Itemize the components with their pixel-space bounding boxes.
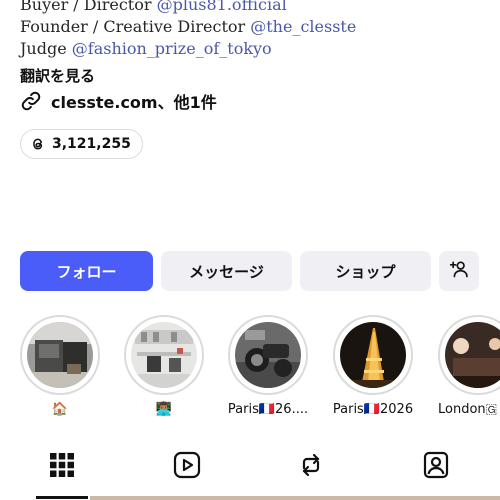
highlight-cover-london-interior (445, 322, 500, 388)
see-translation-link[interactable]: 翻訳を見る (20, 66, 95, 86)
highlight-label: London🇬 (438, 402, 498, 417)
highlight-cover-office (131, 322, 197, 388)
highlight-ring (20, 315, 100, 395)
highlight-item[interactable]: 👨🏽‍💻 (124, 315, 204, 417)
highlight-ring (438, 315, 500, 395)
reels-icon (172, 450, 202, 480)
threads-icon (31, 137, 45, 151)
tagged-icon (421, 450, 451, 480)
grid-photo-edge (90, 496, 500, 500)
shop-button[interactable]: ショップ (300, 251, 431, 291)
suggested-accounts-button[interactable] (439, 251, 479, 291)
bio-line-judge: Judge @fashion_prize_of_tokyo (20, 38, 490, 60)
external-links-text: clesste.com、他1件 (51, 93, 217, 112)
mention-link-plus81[interactable]: @plus81.official (157, 0, 287, 14)
bio-line-buyer: Buyer / Director @plus81.official (20, 0, 490, 16)
highlight-ring (124, 315, 204, 395)
profile-tabs (0, 438, 500, 500)
bio-role: Judge (20, 39, 72, 58)
highlight-label: 👨🏽‍💻 (155, 402, 173, 417)
link-icon (20, 90, 42, 112)
bio: Buyer / Director @plus81.official Founde… (20, 0, 490, 60)
highlight-label: 🏠 (51, 402, 69, 417)
external-links-row[interactable]: clesste.com、他1件 (20, 89, 217, 113)
highlight-label: Paris🇫🇷2026 (332, 402, 414, 417)
bio-line-founder: Founder / Creative Director @the_clesste (20, 16, 490, 38)
threads-follower-count: 3,121,255 (52, 136, 131, 152)
tab-reposts[interactable] (296, 450, 326, 480)
highlight-item[interactable]: Paris🇫🇷2026 (333, 315, 413, 417)
highlight-item[interactable]: 🏠 (20, 315, 100, 417)
highlight-ring (333, 315, 413, 395)
reposts-icon (296, 450, 326, 480)
message-button[interactable]: メッセージ (161, 251, 292, 291)
threads-badge[interactable]: 3,121,255 (20, 129, 143, 159)
mention-link-the-clesste[interactable]: @the_clesste (250, 17, 356, 36)
mention-link-fashion-prize[interactable]: @fashion_prize_of_tokyo (72, 39, 272, 58)
tab-reels[interactable] (172, 450, 202, 480)
highlight-cover-motorcycle (235, 322, 301, 388)
follow-button[interactable]: フォロー (20, 251, 153, 291)
highlight-cover-eiffel-tower (340, 322, 406, 388)
highlight-ring (228, 315, 308, 395)
tab-posts[interactable] (47, 450, 77, 480)
highlight-item[interactable]: London🇬 (438, 315, 500, 417)
highlight-label: Paris🇫🇷26.... (227, 402, 309, 417)
highlight-cover-interior (27, 322, 93, 388)
grid-icon (47, 450, 77, 480)
bio-role: Founder / Creative Director (20, 17, 251, 36)
bio-role: Buyer / Director (20, 0, 157, 14)
add-person-icon (449, 259, 469, 283)
active-tab-indicator (36, 496, 88, 499)
tab-tagged[interactable] (421, 450, 451, 480)
highlight-item[interactable]: Paris🇫🇷26.... (228, 315, 308, 417)
